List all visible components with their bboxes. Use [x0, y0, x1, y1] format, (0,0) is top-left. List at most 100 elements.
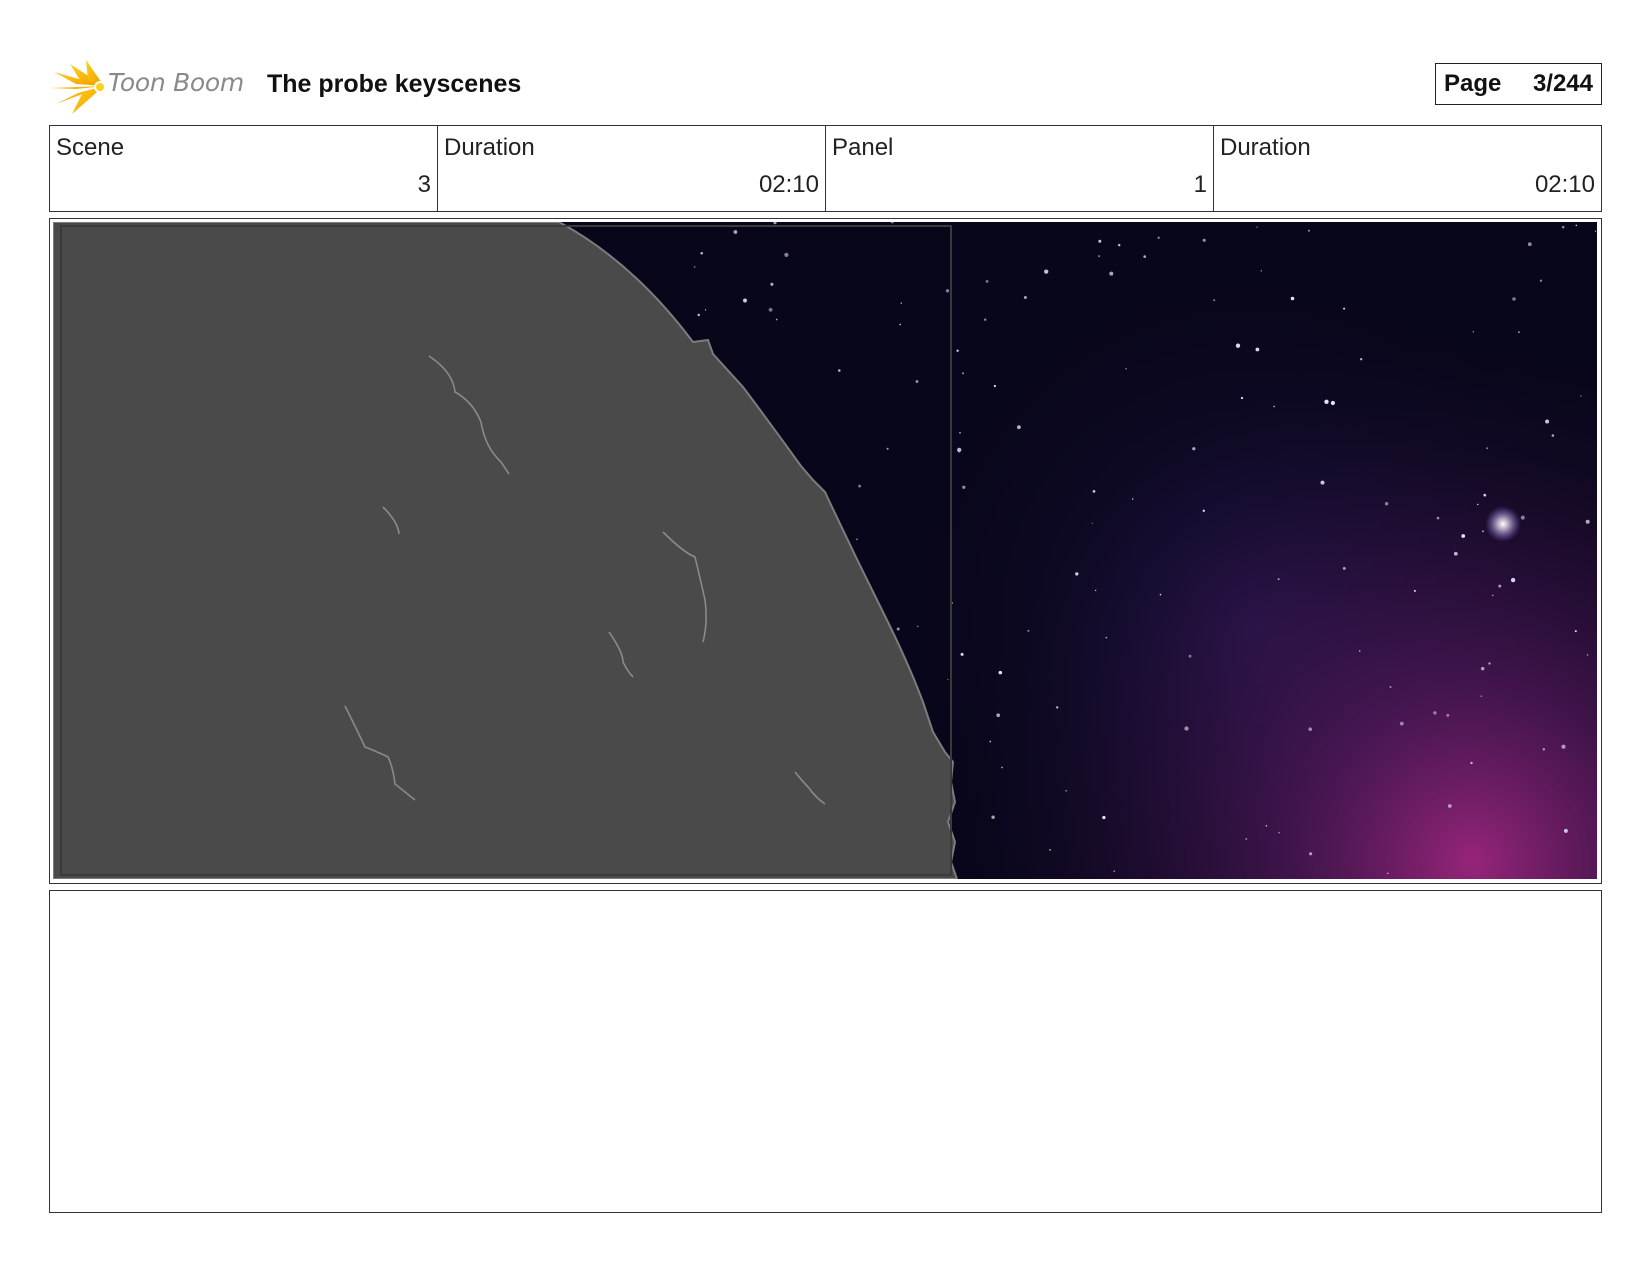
- star: [1586, 654, 1589, 656]
- scene-duration-cell: Duration 02:10: [438, 126, 826, 211]
- star: [700, 252, 703, 255]
- panel-duration-value: 02:10: [1534, 171, 1595, 198]
- star: [1143, 255, 1147, 258]
- star: [1273, 405, 1275, 408]
- bright-star: [1485, 506, 1521, 542]
- star: [1213, 299, 1216, 302]
- star: [961, 372, 965, 375]
- panel-value: 1: [1193, 171, 1207, 198]
- page-number: 3/244: [1532, 70, 1593, 97]
- star: [1075, 572, 1079, 576]
- star: [1483, 493, 1487, 497]
- star: [1202, 509, 1206, 512]
- star: [1580, 395, 1582, 397]
- star: [1105, 636, 1108, 639]
- star: [998, 670, 1003, 675]
- star: [945, 289, 950, 293]
- star: [1480, 695, 1482, 697]
- star: [1384, 501, 1389, 506]
- star: [1447, 804, 1452, 808]
- star: [1278, 831, 1280, 834]
- star: [886, 447, 889, 450]
- star: [1539, 279, 1543, 282]
- star: [697, 313, 700, 317]
- star: [784, 252, 789, 257]
- star: [1436, 516, 1440, 520]
- star: [1563, 828, 1568, 833]
- star: [733, 230, 738, 234]
- star: [900, 302, 903, 304]
- star: [1277, 578, 1280, 581]
- scene-duration-label: Duration: [444, 134, 535, 161]
- star: [1512, 297, 1516, 301]
- star: [1488, 662, 1491, 665]
- star: [1065, 790, 1067, 792]
- star: [1477, 503, 1479, 506]
- scene-label: Scene: [56, 134, 125, 161]
- star: [1575, 224, 1578, 227]
- panel-label: Panel: [832, 134, 894, 161]
- star: [1094, 589, 1097, 592]
- star: [1256, 226, 1258, 228]
- star: [947, 678, 949, 681]
- star: [1098, 239, 1102, 243]
- star: [1413, 589, 1416, 592]
- star: [1309, 852, 1313, 856]
- scene-value: 3: [417, 171, 431, 198]
- star: [1023, 295, 1027, 300]
- star: [991, 815, 995, 819]
- star: [996, 713, 1001, 718]
- star: [1330, 400, 1335, 406]
- star: [1188, 654, 1192, 658]
- page-indicator: Page 3/244: [1435, 63, 1602, 105]
- star: [1049, 849, 1051, 851]
- star: [1470, 761, 1473, 765]
- star: [1399, 721, 1404, 726]
- page-label: Page: [1444, 70, 1502, 97]
- star: [1594, 230, 1597, 232]
- star: [1245, 838, 1247, 840]
- star: [993, 384, 997, 388]
- star: [743, 298, 747, 303]
- star: [956, 349, 959, 352]
- scene-duration-value: 02:10: [758, 171, 819, 198]
- star: [1480, 666, 1485, 671]
- star: [1260, 270, 1262, 272]
- star: [1446, 713, 1450, 717]
- star: [1482, 530, 1484, 533]
- star: [1157, 236, 1160, 239]
- star: [1235, 343, 1241, 348]
- star: [1472, 331, 1474, 333]
- star: [1324, 399, 1329, 404]
- star: [1117, 243, 1121, 247]
- star: [1527, 242, 1532, 247]
- star: [1001, 766, 1003, 769]
- panel-notes-area[interactable]: [49, 890, 1602, 1213]
- star: [1486, 447, 1489, 450]
- star: [989, 740, 992, 743]
- star: [856, 538, 858, 541]
- storyboard-panel-frame: [49, 218, 1602, 884]
- star: [1044, 269, 1049, 274]
- logo-wordmark: Toon Boom: [108, 68, 244, 97]
- star: [1113, 870, 1115, 872]
- star: [1307, 229, 1310, 232]
- star: [1125, 368, 1127, 370]
- star: [1574, 630, 1577, 633]
- star: [1551, 434, 1555, 437]
- star: [1561, 744, 1566, 749]
- star: [984, 318, 987, 321]
- star: [1518, 331, 1520, 334]
- toon-boom-logo: Toon Boom: [50, 56, 250, 116]
- star: [1542, 748, 1546, 751]
- star: [962, 485, 966, 489]
- star: [1091, 522, 1094, 524]
- star: [1389, 685, 1392, 689]
- star: [1016, 425, 1021, 430]
- star: [1159, 593, 1162, 596]
- scene-cell: Scene 3: [50, 126, 438, 211]
- planet-space-illustration: [53, 222, 1597, 879]
- storyboard-panel-image: [53, 222, 1597, 879]
- star: [1358, 650, 1361, 652]
- star: [1520, 515, 1525, 520]
